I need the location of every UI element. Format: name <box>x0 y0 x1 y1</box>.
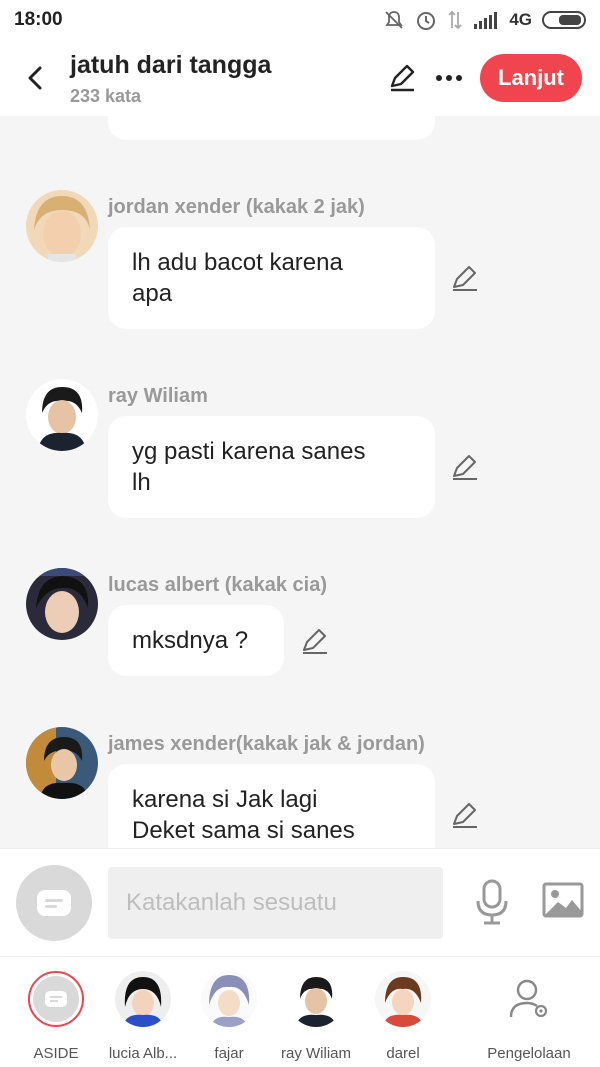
back-button[interactable] <box>0 40 70 116</box>
message-line: Deket sama si sanes <box>132 817 355 844</box>
avatar <box>288 971 344 1027</box>
aside-toggle-button[interactable] <box>16 865 92 941</box>
character-label: fajar <box>214 1045 244 1062</box>
header: jatuh dari tangga 233 kata Lanjut <box>0 40 600 116</box>
avatar[interactable] <box>26 568 98 640</box>
aside-avatar <box>28 971 84 1027</box>
data-transfer-icon <box>448 10 462 30</box>
message-bubble[interactable]: mksdnya ? <box>108 605 284 676</box>
message-bubble[interactable]: yg pasti karena sanes lh <box>108 416 435 518</box>
chat-area[interactable]: jordan xender (kakak 2 jak) lh adu bacot… <box>0 116 600 848</box>
next-button[interactable]: Lanjut <box>480 54 582 102</box>
character-label: lucia Alb... <box>108 1045 178 1062</box>
message-line: karena si Jak lagi <box>132 786 318 813</box>
avatar <box>201 971 257 1027</box>
character-aside[interactable]: ASIDE <box>11 971 101 1062</box>
message-line: yg pasti karena sanes <box>132 438 366 465</box>
avatar <box>375 971 431 1027</box>
manage-characters-button[interactable]: Pengelolaan <box>484 971 574 1062</box>
sender-name: james xender(kakak jak & jordan) <box>108 733 425 755</box>
message-line: lh adu bacot karena <box>132 249 343 276</box>
avatar[interactable] <box>26 727 98 799</box>
image-icon[interactable] <box>542 882 584 918</box>
edit-message-icon[interactable] <box>450 452 480 482</box>
sender-name: jordan xender (kakak 2 jak) <box>108 196 365 218</box>
message-icon <box>45 991 67 1007</box>
message-bubble[interactable]: lh adu bacot karena apa <box>108 227 435 329</box>
character-label: darel <box>386 1045 420 1062</box>
character-label: ray Wiliam <box>281 1045 351 1062</box>
avatar[interactable] <box>26 190 98 262</box>
edit-message-icon[interactable] <box>300 626 330 656</box>
sender-name: lucas albert (kakak cia) <box>108 574 328 596</box>
message-bubble-partial[interactable] <box>108 116 435 140</box>
avatar <box>115 971 171 1027</box>
character-darel[interactable]: darel <box>358 971 448 1062</box>
message-bubble[interactable]: karena si Jak lagi Deket sama si sanes <box>108 764 435 848</box>
input-bar: Katakanlah sesuatu <box>0 848 600 956</box>
character-ray[interactable]: ray Wiliam <box>271 971 361 1062</box>
avatar[interactable] <box>26 379 98 451</box>
message-line: mksdnya ? <box>132 627 249 654</box>
alarm-icon <box>417 12 436 30</box>
character-label: ASIDE <box>33 1045 79 1062</box>
character-fajar[interactable]: fajar <box>184 971 274 1062</box>
network-type: 4G <box>509 10 532 29</box>
signal-icon <box>474 12 498 29</box>
edit-message-icon[interactable] <box>450 263 480 293</box>
title-wrap: jatuh dari tangga 233 kata <box>70 49 388 107</box>
edit-icon[interactable] <box>388 64 416 92</box>
message-line: lh <box>132 469 151 496</box>
microphone-icon[interactable] <box>474 879 510 925</box>
word-count: 233 kata <box>70 86 142 106</box>
status-icons: 4G <box>383 9 586 31</box>
edit-message-icon[interactable] <box>450 800 480 830</box>
sender-name: ray Wiliam <box>108 385 208 407</box>
status-time: 18:00 <box>14 9 63 30</box>
avatar-slot <box>501 971 557 1027</box>
status-bar: 18:00 4G <box>0 0 600 40</box>
message-line: apa <box>132 280 173 307</box>
header-actions <box>388 64 462 92</box>
message-icon <box>37 890 71 916</box>
user-settings-icon <box>509 979 548 1018</box>
message-input[interactable]: Katakanlah sesuatu <box>108 867 443 939</box>
chevron-left-icon <box>28 66 42 90</box>
character-lucia[interactable]: lucia Alb... <box>98 971 188 1062</box>
battery-icon <box>542 11 586 29</box>
character-bar: ASIDE lucia Alb... fajar ray Wiliam dare… <box>0 956 600 1067</box>
more-icon[interactable] <box>436 74 462 82</box>
bell-off-icon <box>385 11 403 29</box>
character-label: Pengelolaan <box>487 1045 571 1062</box>
story-title: jatuh dari tangga <box>70 51 272 79</box>
